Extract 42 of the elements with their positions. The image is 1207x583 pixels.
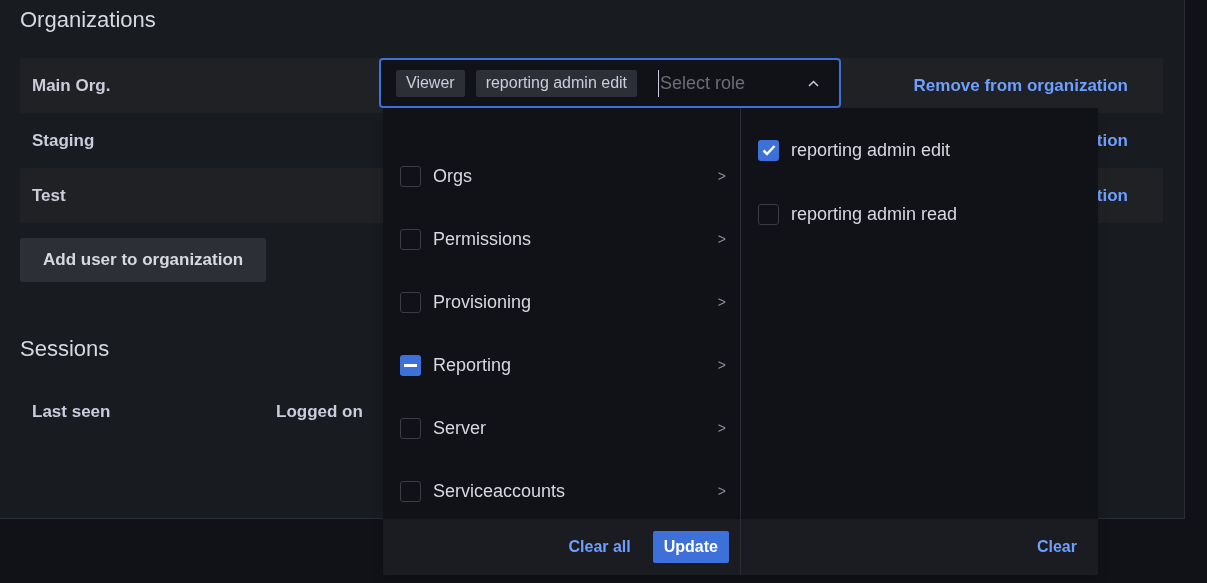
column-header: Last seen: [32, 401, 112, 423]
organization-name: Main Org.: [32, 74, 112, 97]
role-item[interactable]: reporting admin edit: [741, 118, 1098, 182]
add-user-button[interactable]: Add user to organization: [20, 238, 267, 282]
remove-link[interactable]: tion: [1096, 182, 1128, 209]
chevron-up-icon: [808, 79, 819, 87]
role-item[interactable]: reporting admin read: [741, 182, 1098, 246]
chevron-right-icon: >: [717, 418, 726, 439]
role-search-input[interactable]: Select role: [658, 69, 797, 97]
chevron-right-icon: >: [717, 292, 726, 313]
category-item[interactable]: Server >: [383, 397, 740, 460]
update-button[interactable]: Update: [652, 531, 729, 563]
remove-link[interactable]: tion: [1096, 127, 1128, 154]
clear-button[interactable]: Clear: [1036, 535, 1077, 559]
category-item[interactable]: Orgs >: [383, 145, 740, 208]
check-icon: [761, 144, 776, 156]
category-item[interactable]: Provisioning >: [383, 271, 740, 334]
section-title: Organizations: [20, 6, 157, 34]
role-select-field[interactable]: Viewer reporting admin edit Select role: [379, 58, 841, 108]
category-item[interactable]: Serviceaccounts >: [383, 460, 740, 519]
chevron-right-icon: >: [717, 355, 726, 376]
remove-link[interactable]: Remove from organization: [913, 72, 1128, 99]
checkbox[interactable]: [400, 166, 421, 187]
clear-all-button[interactable]: Clear all: [568, 535, 631, 559]
checkbox[interactable]: [400, 481, 421, 502]
category-item[interactable]: Reporting >: [383, 334, 740, 397]
role-tag: reporting admin edit: [475, 69, 638, 97]
organization-name: Test: [32, 184, 67, 207]
checkbox[interactable]: [758, 139, 779, 161]
chevron-right-icon: >: [717, 166, 726, 187]
chevron-right-icon: >: [717, 481, 726, 502]
category-item[interactable]: Permissions >: [383, 208, 740, 271]
section-title: Sessions: [20, 335, 111, 363]
checkbox[interactable]: [758, 203, 779, 225]
checkbox[interactable]: [400, 292, 421, 313]
organization-name: Staging: [32, 129, 96, 152]
column-header: Logged on: [276, 401, 364, 423]
chevron-right-icon: >: [717, 229, 726, 250]
checkbox[interactable]: [400, 229, 421, 250]
checkbox[interactable]: [400, 355, 421, 376]
role-tag: Viewer: [396, 69, 465, 97]
checkbox[interactable]: [400, 418, 421, 439]
